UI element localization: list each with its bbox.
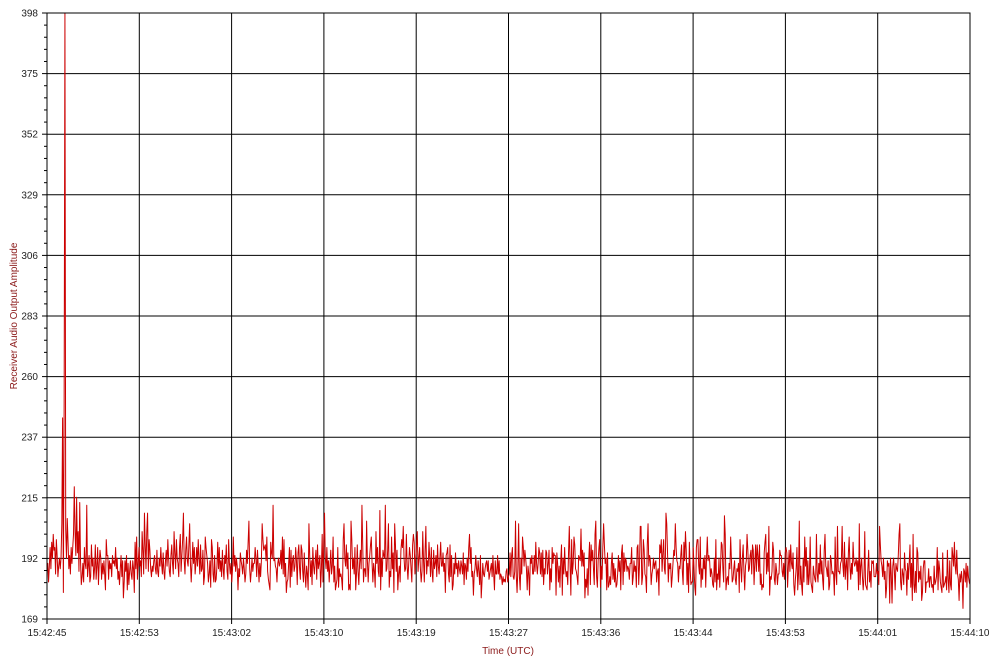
x-tick-label: 15:43:36 xyxy=(581,628,620,639)
chart: 398 375 352 329 306 283 260 237 215 192 169 15:42:… xyxy=(0,0,1004,663)
x-tick-label: 15:43:44 xyxy=(674,628,713,639)
x-tick-label: 15:43:19 xyxy=(397,628,436,639)
y-tick-label: 169 xyxy=(21,615,38,626)
y-tick-label: 329 xyxy=(21,190,38,201)
y-axis-title: Receiver Audio Output Amplitude xyxy=(9,242,20,389)
x-tick-label: 15:43:27 xyxy=(489,628,528,639)
x-axis-title: Time (UTC) xyxy=(482,646,534,657)
y-tick-label: 260 xyxy=(21,372,38,383)
x-tick-label: 15:44:10 xyxy=(951,628,990,639)
x-tick-label: 15:43:02 xyxy=(212,628,251,639)
y-tick-label: 283 xyxy=(21,312,38,323)
x-tick-label: 15:42:45 xyxy=(28,628,67,639)
y-tick-label: 306 xyxy=(21,251,38,262)
x-tick-label: 15:44:01 xyxy=(858,628,897,639)
y-tick-label: 215 xyxy=(21,493,38,504)
chart-svg: 398 375 352 329 306 283 260 237 215 192 169 15:42:… xyxy=(0,0,1004,663)
y-tick-label: 352 xyxy=(21,130,38,141)
y-tick-label: 192 xyxy=(21,554,38,565)
x-tick-label: 15:43:10 xyxy=(304,628,343,639)
y-tick-label: 398 xyxy=(21,9,38,20)
y-tick-label: 237 xyxy=(21,433,38,444)
x-tick-label: 15:42:53 xyxy=(120,628,159,639)
y-tick-label: 375 xyxy=(21,69,38,80)
x-tick-label: 15:43:53 xyxy=(766,628,805,639)
